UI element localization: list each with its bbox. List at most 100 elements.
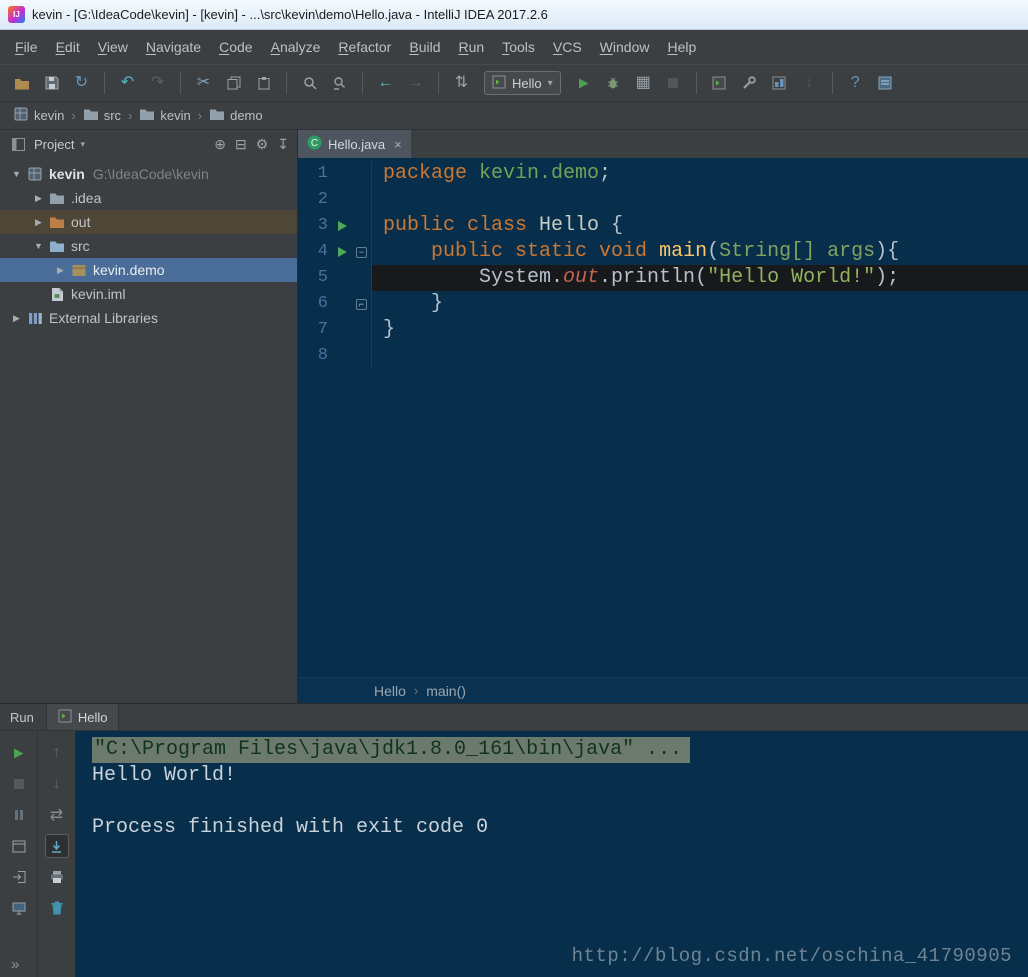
save-all-icon[interactable] [38,70,65,96]
settings-gear-icon[interactable]: ⚙ [256,136,269,153]
breadcrumb-label: kevin [160,108,190,123]
project-tree[interactable]: ▼kevinG:\IdeaCode\kevin▶.idea▶out▼src▶ke… [0,158,297,703]
console-output[interactable]: "C:\Program Files\java\jdk1.8.0_161\bin\… [76,731,1028,977]
open-project-icon[interactable] [8,70,35,96]
tree-collapsed-icon[interactable]: ▶ [52,265,69,276]
breadcrumb-src-1[interactable]: src [80,106,124,126]
tree-item-src[interactable]: ▼src [0,234,297,258]
project-panel-title[interactable]: Project [34,137,74,152]
menu-window[interactable]: Window [591,34,659,60]
update-project-icon[interactable]: ↓ [796,70,823,96]
tree-collapsed-icon[interactable]: ▶ [30,193,47,204]
run-tab-hello[interactable]: Hello [46,704,120,730]
breadcrumb-class[interactable]: Hello [374,683,406,699]
tree-item-kevin[interactable]: ▼kevinG:\IdeaCode\kevin [0,162,297,186]
editor-area: C Hello.java × 1package kevin.demo;2 3pu… [298,130,1028,703]
find-action-icon[interactable] [872,70,899,96]
console-line: "C:\Program Files\java\jdk1.8.0_161\bin\… [92,737,1028,763]
clear-all-button[interactable] [45,896,69,920]
run-config-select[interactable]: Hello▾ [484,71,561,95]
menu-file[interactable]: File [6,34,47,60]
toolbar-separator [438,72,439,94]
tab-hello-java[interactable]: C Hello.java × [298,130,411,158]
tree-item-kevin-iml[interactable]: kevin.iml [0,282,297,306]
expand-toolwindows-icon[interactable]: » [11,956,19,973]
cut-icon[interactable]: ✂ [190,70,217,96]
hide-panel-icon[interactable]: ↧ [277,136,289,153]
run-icon[interactable] [570,70,597,96]
run-line-icon[interactable] [338,221,347,231]
console-icon[interactable] [706,70,733,96]
tree-expanded-icon[interactable]: ▼ [8,169,25,179]
fold-end-icon[interactable]: ⌐ [356,299,367,310]
pause-output-button[interactable] [7,803,31,827]
tree-item-kevin-demo[interactable]: ▶kevin.demo [0,258,297,282]
menu-analyze[interactable]: Analyze [262,34,330,60]
soft-wrap-button[interactable]: ⇄ [45,803,69,827]
breadcrumb-demo-3[interactable]: demo [206,106,266,126]
back-icon[interactable]: ← [372,70,399,96]
synchronize-icon[interactable]: ↻ [68,70,95,96]
menu-tools[interactable]: Tools [493,34,544,60]
find-icon[interactable] [296,70,323,96]
rerun-button[interactable] [7,741,31,765]
fold-collapse-icon[interactable]: − [356,247,367,258]
copy-icon[interactable] [220,70,247,96]
project-structure-icon[interactable] [766,70,793,96]
navigation-bar: kevin›src›kevin›demo [0,102,1028,130]
stop-icon[interactable] [660,70,687,96]
redo-icon[interactable]: ↷ [144,70,171,96]
menu-edit[interactable]: Edit [47,34,89,60]
settings-wrench-icon[interactable] [736,70,763,96]
breadcrumb-method[interactable]: main() [426,683,466,699]
code-editor[interactable]: 1package kevin.demo;2 3public class Hell… [298,158,1028,677]
breadcrumb-kevin-0[interactable]: kevin [10,104,67,127]
print-button[interactable] [45,865,69,889]
menu-vcs[interactable]: VCS [544,34,591,60]
token: } [383,292,443,315]
menu-help[interactable]: Help [658,34,705,60]
close-icon[interactable]: × [394,137,402,152]
replace-icon[interactable] [326,70,353,96]
collapse-all-icon[interactable]: ⊟ [235,136,247,153]
token: ); [875,266,899,289]
debug-icon[interactable] [600,70,627,96]
help-icon[interactable]: ? [842,70,869,96]
tree-expanded-icon[interactable]: ▼ [30,241,47,251]
exit-button[interactable] [7,865,31,889]
tree-item-out[interactable]: ▶out [0,210,297,234]
menu-refactor[interactable]: Refactor [329,34,400,60]
chevron-down-icon[interactable]: ▾ [80,139,85,150]
main-toolbar: ↻ ↶↷ ✂ ←→ ⇅ Hello▾ ▦ ↓? [0,64,1028,102]
undo-icon[interactable]: ↶ [114,70,141,96]
menu-run[interactable]: Run [449,34,493,60]
down-stack-trace-button[interactable]: ↓ [45,772,69,796]
up-stack-trace-button[interactable]: ↑ [45,741,69,765]
show-console-button[interactable] [7,896,31,920]
breadcrumb-label: src [104,108,121,123]
stop-button[interactable] [7,772,31,796]
restore-layout-button[interactable] [7,834,31,858]
tree-collapsed-icon[interactable]: ▶ [30,217,47,228]
menu-code[interactable]: Code [210,34,261,60]
tree-item--idea[interactable]: ▶.idea [0,186,297,210]
recent-changes-icon[interactable]: ⇅ [448,70,475,96]
menu-navigate[interactable]: Navigate [137,34,210,60]
gutter-marker [332,161,352,187]
menu-build[interactable]: Build [400,34,449,60]
breadcrumb-kevin-2[interactable]: kevin [136,106,193,126]
run-line-icon[interactable] [338,247,347,257]
token: main [659,240,707,263]
run-with-coverage-icon[interactable]: ▦ [630,70,657,96]
run-toolbar-main [0,731,38,977]
folder-source-icon [47,240,67,253]
editor-breadcrumbs: Hello › main() [298,677,1028,703]
menu-view[interactable]: View [89,34,137,60]
forward-icon[interactable]: → [402,70,429,96]
tree-item-External-Libraries[interactable]: ▶External Libraries [0,306,297,330]
tree-collapsed-icon[interactable]: ▶ [8,313,25,324]
paste-icon[interactable] [250,70,277,96]
locate-icon[interactable]: ⊕ [214,136,226,153]
scroll-to-end-button[interactable] [45,834,69,858]
code-text: System.out.println("Hello World!"); [372,265,1028,291]
